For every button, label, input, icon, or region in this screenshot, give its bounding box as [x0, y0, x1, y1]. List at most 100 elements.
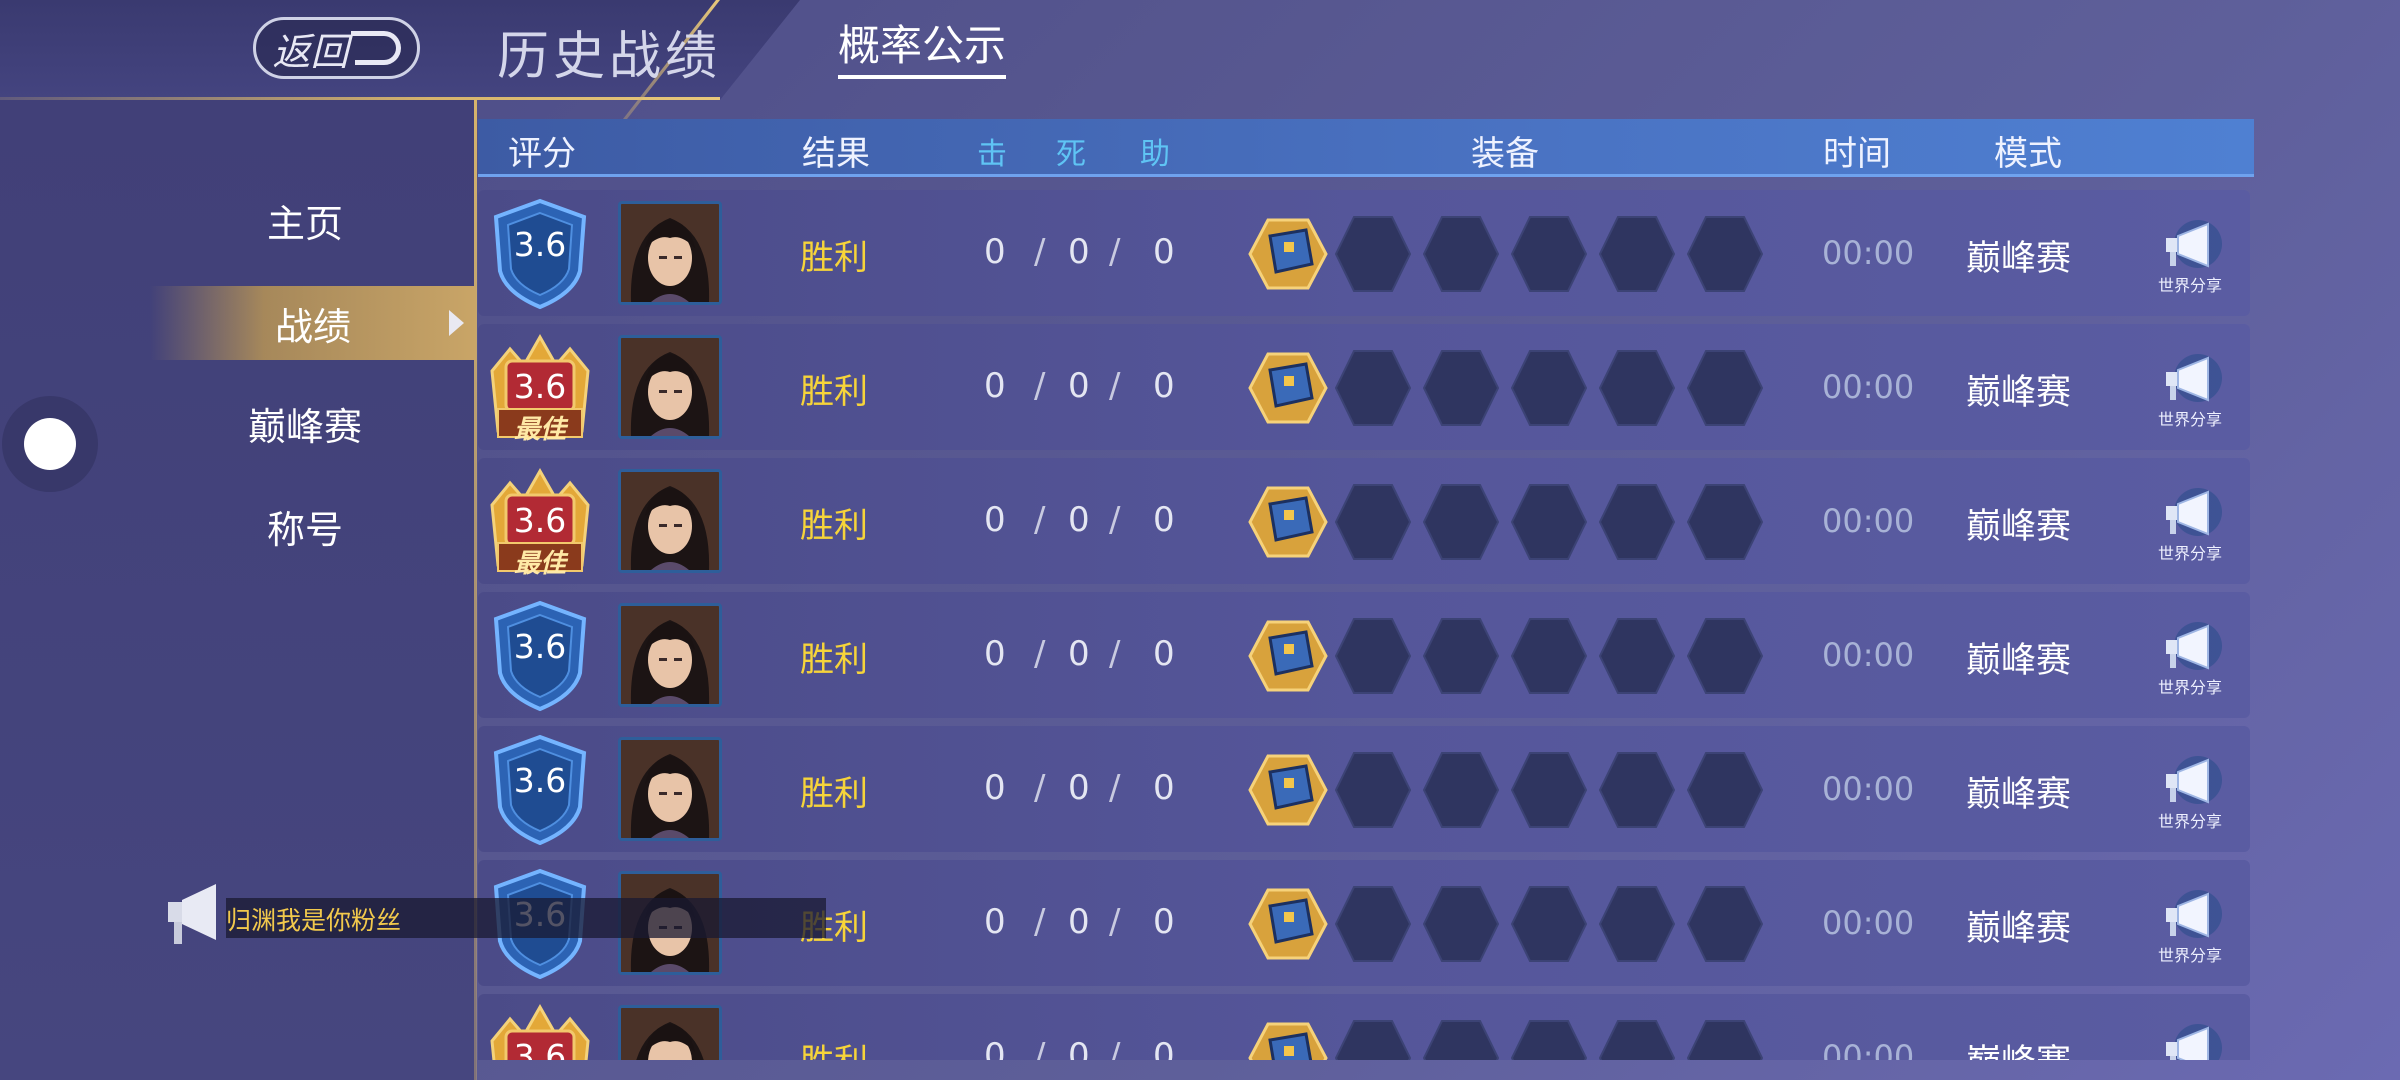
world-share-button[interactable]: 世界分享 — [2150, 620, 2230, 700]
hexagon-slot-icon[interactable] — [1686, 215, 1764, 293]
hexagon-slot-icon[interactable] — [1334, 483, 1412, 561]
deaths-value: 0 — [1068, 634, 1090, 674]
hexagon-slot-icon[interactable] — [1334, 349, 1412, 427]
hexagon-slot-icon[interactable] — [1510, 617, 1588, 695]
hexagon-slot-icon[interactable] — [1686, 483, 1764, 561]
sidebar-item-home[interactable]: 主页 — [150, 183, 460, 257]
hexagon-slot-icon[interactable] — [1334, 617, 1412, 695]
world-share-button[interactable]: 世界分享 — [2150, 218, 2230, 298]
world-share-button[interactable]: 世界分享 — [2150, 888, 2230, 968]
hexagon-slot-icon[interactable] — [1422, 1019, 1500, 1060]
hexagon-slot-icon[interactable] — [1598, 617, 1676, 695]
megaphone-icon — [2166, 488, 2222, 536]
hexagon-slot-icon[interactable] — [1422, 215, 1500, 293]
sidebar-item-label: 巅峰赛 — [247, 404, 362, 449]
match-mode: 巅峰赛 — [1966, 1034, 2071, 1060]
hexagon-slot-icon[interactable] — [1422, 885, 1500, 963]
world-share-button[interactable] — [2150, 1022, 2230, 1060]
deaths-value: 0 — [1068, 902, 1090, 942]
treasure-chest-icon[interactable] — [1248, 886, 1328, 962]
column-header-assists: 助 — [1140, 137, 1170, 172]
hexagon-slot-icon[interactable] — [1334, 885, 1412, 963]
world-share-label: 世界分享 — [2157, 544, 2222, 563]
hexagon-slot-icon[interactable] — [1422, 349, 1500, 427]
hero-avatar[interactable] — [618, 603, 722, 707]
treasure-chest-icon[interactable] — [1248, 216, 1328, 292]
probability-link[interactable]: 概率公示 — [838, 12, 1007, 79]
back-button[interactable]: 返回 — [253, 17, 420, 79]
hexagon-slot-icon[interactable] — [1510, 751, 1588, 829]
world-share-button[interactable]: 世界分享 — [2150, 754, 2230, 834]
hexagon-slot-icon[interactable] — [1510, 1019, 1588, 1060]
mvp-crown-badge: 3.6 最佳 — [484, 465, 596, 579]
column-header-result: 结果 — [802, 134, 870, 174]
hexagon-slot-icon[interactable] — [1686, 1019, 1764, 1060]
hexagon-slot-icon[interactable] — [1422, 617, 1500, 695]
hero-avatar[interactable] — [618, 469, 722, 573]
hero-avatar[interactable] — [618, 335, 722, 439]
table-row[interactable]: 3.6 胜利 0 / 0 / 0 00:00 巅峰赛世界分享 — [478, 726, 2250, 852]
hexagon-slot-icon[interactable] — [1510, 483, 1588, 561]
score-shield-badge: 3.6 — [484, 599, 596, 713]
hexagon-slot-icon[interactable] — [1510, 215, 1588, 293]
treasure-chest-icon[interactable] — [1248, 752, 1328, 828]
match-mode: 巅峰赛 — [1966, 641, 2072, 681]
hexagon-slot-icon[interactable] — [1334, 215, 1412, 293]
hexagon-slot-icon[interactable] — [1686, 751, 1764, 829]
score-shield-badge: 3.6 — [484, 733, 596, 847]
hexagon-slot-icon[interactable] — [1334, 1019, 1412, 1060]
hexagon-slot-icon[interactable] — [1334, 751, 1412, 829]
hero-portrait-icon — [621, 204, 719, 302]
hexagon-slot-icon[interactable] — [1422, 483, 1500, 561]
treasure-chest-icon[interactable] — [1248, 484, 1328, 560]
hero-portrait-icon — [621, 606, 719, 704]
megaphone-icon — [2166, 890, 2222, 938]
hero-avatar[interactable] — [618, 737, 722, 841]
kda-separator: / — [1109, 500, 1121, 540]
return-arrow-icon — [350, 31, 401, 65]
megaphone-icon — [168, 884, 216, 944]
hexagon-slot-icon[interactable] — [1422, 751, 1500, 829]
hero-portrait-icon — [621, 472, 719, 570]
hero-avatar[interactable] — [618, 201, 722, 305]
world-share-button[interactable]: 世界分享 — [2150, 352, 2230, 432]
assists-value: 0 — [1153, 500, 1175, 540]
sidebar-item-records[interactable]: 战绩 — [150, 286, 476, 360]
match-time: 00:00 — [1822, 1038, 1915, 1060]
table-row[interactable]: 3.6 胜利 0 / 0 / 0 00:00 巅峰赛 — [478, 994, 2250, 1060]
world-share-label: 世界分享 — [2157, 410, 2222, 429]
page-title: 历史战绩 — [497, 27, 722, 87]
treasure-chest-icon[interactable] — [1248, 350, 1328, 426]
table-row[interactable]: 3.6 最佳 胜利 0 / 0 / 0 00:00 巅峰赛 世界分享 — [478, 324, 2250, 450]
sidebar-item-titles[interactable]: 称号 — [150, 489, 460, 563]
kda-separator: / — [1034, 366, 1046, 406]
hexagon-slot-icon[interactable] — [1598, 349, 1676, 427]
sidebar-item-peak[interactable]: 巅峰赛 — [150, 386, 460, 460]
sidebar-item-label: 称号 — [266, 507, 343, 552]
score-value: 3.6 — [513, 367, 567, 406]
treasure-chest-icon[interactable] — [1248, 1020, 1328, 1060]
hexagon-slot-icon[interactable] — [1598, 1019, 1676, 1060]
hexagon-slot-icon[interactable] — [1598, 483, 1676, 561]
hexagon-slot-icon[interactable] — [1686, 349, 1764, 427]
table-row[interactable]: 3.6 最佳 胜利 0 / 0 / 0 00:00 巅峰赛 世界分享 — [478, 458, 2250, 584]
hexagon-slot-icon[interactable] — [1510, 349, 1588, 427]
hexagon-slot-icon[interactable] — [1598, 885, 1676, 963]
table-row[interactable]: 3.6 胜利 0 / 0 / 0 00:00 巅峰赛世界分享 — [478, 592, 2250, 718]
megaphone-icon — [2166, 622, 2222, 670]
treasure-chest-icon[interactable] — [1248, 618, 1328, 694]
hexagon-slot-icon[interactable] — [1598, 215, 1676, 293]
hexagon-slot-icon[interactable] — [1510, 885, 1588, 963]
kills-value: 0 — [984, 634, 1006, 674]
hexagon-slot-icon[interactable] — [1686, 885, 1764, 963]
match-time: 00:00 — [1822, 636, 1915, 674]
back-label: 返回 — [272, 29, 349, 74]
hexagon-slot-icon[interactable] — [1686, 617, 1764, 695]
table-row[interactable]: 3.6 胜利 0 / 0 / 0 00:00 巅峰赛世界分享 — [478, 190, 2250, 316]
hero-avatar[interactable] — [618, 1005, 722, 1060]
megaphone-icon — [2166, 1024, 2222, 1060]
hexagon-slot-icon[interactable] — [1598, 751, 1676, 829]
assists-value: 0 — [1153, 768, 1175, 808]
world-share-button[interactable]: 世界分享 — [2150, 486, 2230, 566]
floating-assist-button[interactable] — [2, 396, 98, 492]
